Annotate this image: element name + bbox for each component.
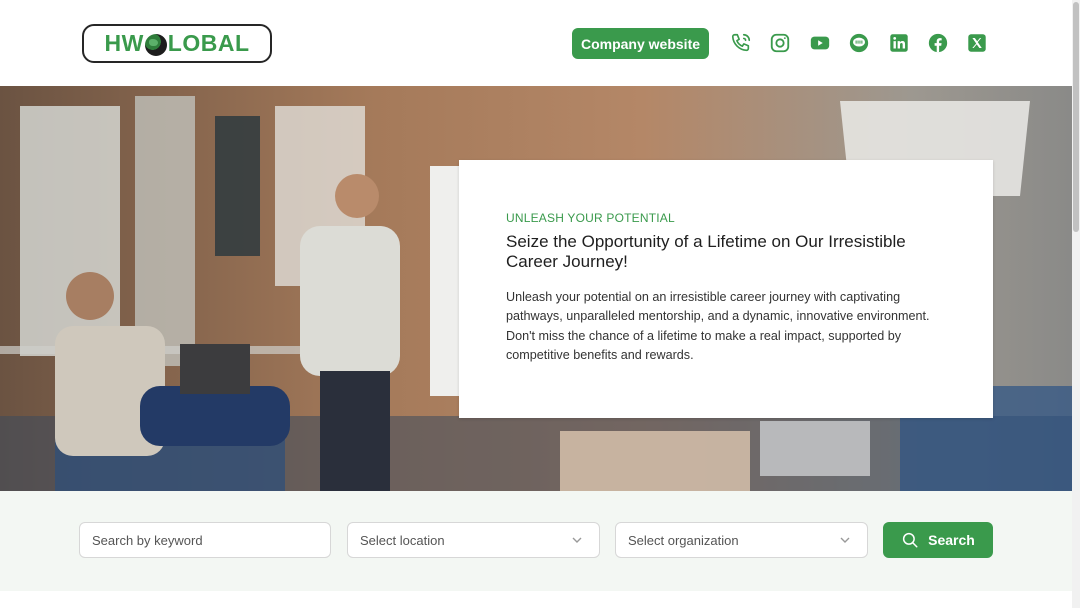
phone-icon[interactable]: [728, 30, 754, 56]
social-links: [728, 30, 1004, 56]
line-icon[interactable]: [846, 30, 872, 56]
hero-title: Seize the Opportunity of a Lifetime on O…: [506, 232, 906, 271]
facebook-icon[interactable]: [925, 30, 951, 56]
keyword-search-input[interactable]: Search by keyword: [79, 522, 331, 558]
logo-text-lobal: LOBAL: [167, 30, 250, 56]
keyword-placeholder: Search by keyword: [92, 532, 203, 548]
hero-card: UNLEASH YOUR POTENTIAL Seize the Opportu…: [459, 160, 993, 418]
x-twitter-icon[interactable]: [964, 30, 990, 56]
hw-global-logo[interactable]: HW LOBAL: [82, 24, 272, 63]
hero-description: Unleash your potential on an irresistibl…: [506, 290, 930, 362]
chevron-down-icon: [572, 537, 582, 543]
globe-icon: [144, 33, 167, 56]
site-header: HW LOBAL Company website: [0, 0, 1080, 86]
company-website-button[interactable]: Company website: [572, 28, 709, 59]
search-icon: [903, 532, 918, 548]
page-continuation: [0, 591, 1072, 608]
hero-section: UNLEASH YOUR POTENTIAL Seize the Opportu…: [0, 86, 1072, 491]
location-select[interactable]: Select location: [347, 522, 600, 558]
organization-placeholder: Select organization: [628, 532, 739, 548]
search-button-label: Search: [928, 532, 975, 548]
chevron-down-icon: [840, 537, 850, 543]
organization-select[interactable]: Select organization: [615, 522, 868, 558]
hero-eyebrow: UNLEASH YOUR POTENTIAL: [506, 211, 675, 225]
logo-text-hw: HW: [104, 30, 144, 56]
job-search-bar: Search by keyword Select location Select…: [0, 491, 1072, 591]
page-scrollbar[interactable]: [1072, 0, 1080, 608]
search-button[interactable]: Search: [883, 522, 993, 558]
youtube-icon[interactable]: [807, 30, 833, 56]
instagram-icon[interactable]: [767, 30, 793, 56]
scrollbar-thumb[interactable]: [1073, 2, 1079, 232]
location-placeholder: Select location: [360, 532, 445, 548]
linkedin-icon[interactable]: [886, 30, 912, 56]
